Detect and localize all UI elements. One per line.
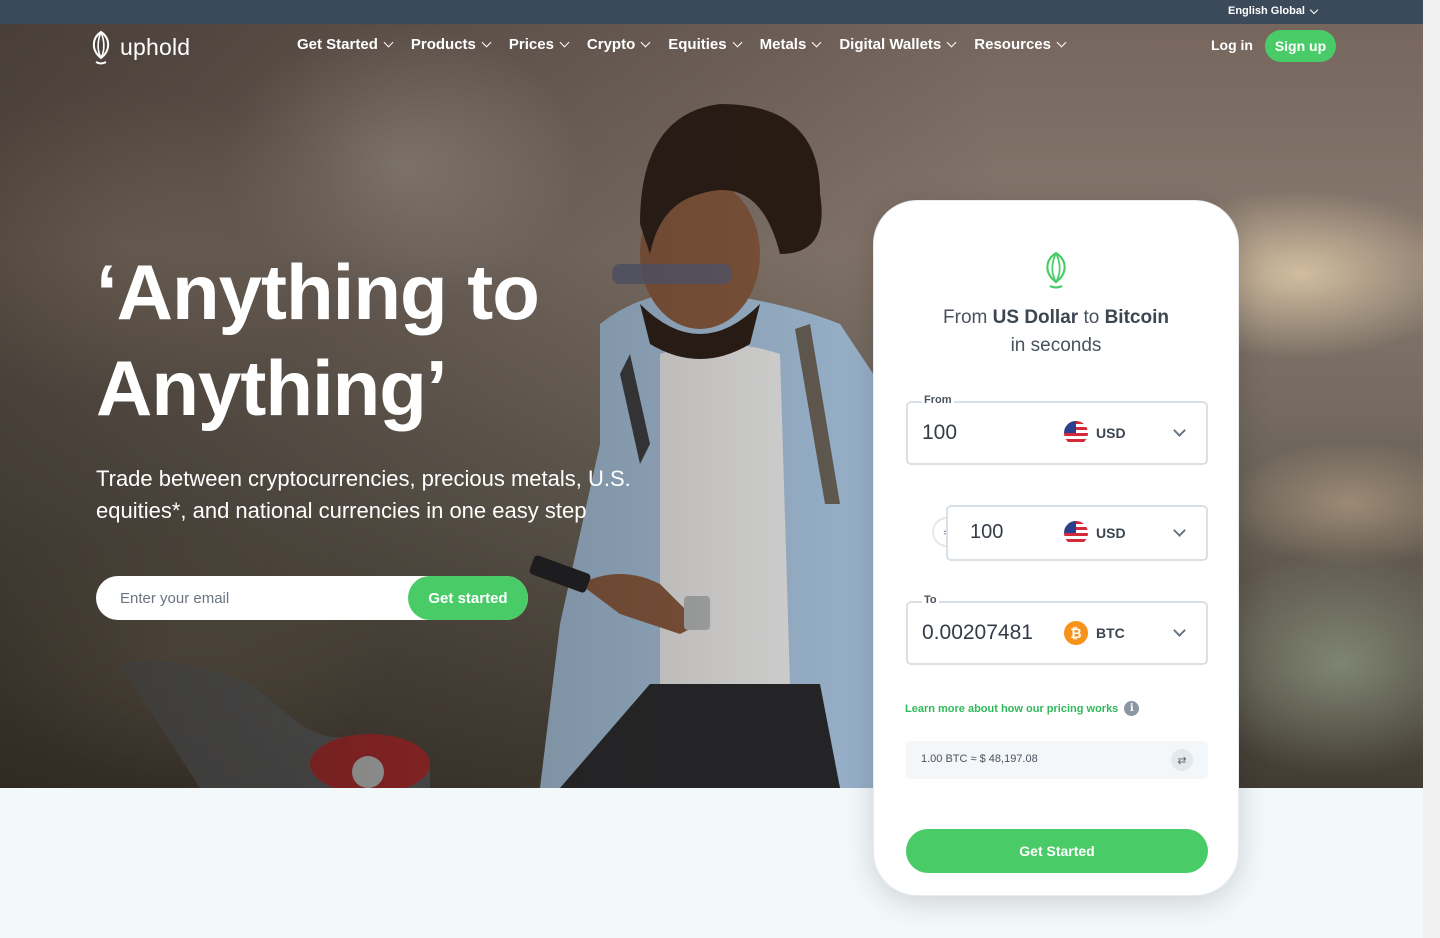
title-mid: to: [1078, 307, 1105, 328]
hero-subtitle: Trade between cryptocurrencies, precious…: [96, 466, 631, 523]
from-currency-code: USD: [1096, 425, 1126, 441]
nav-label: Equities: [668, 36, 727, 53]
nav-label: Crypto: [586, 36, 636, 53]
nav-label: Digital Wallets: [839, 36, 942, 53]
exchange-rate-box: 1.00 BTC ≈ $ 48,197.08 ⇄: [906, 741, 1208, 779]
chevron-down-icon: [811, 37, 822, 48]
from-amount[interactable]: 100: [922, 421, 957, 445]
uphold-logo-icon: [92, 30, 110, 65]
from-label: From: [922, 394, 954, 406]
main-nav: Get Started Products Prices Crypto Equit…: [297, 36, 1067, 53]
exchange-rate-text: 1.00 BTC ≈ $ 48,197.08: [921, 753, 1038, 765]
login-link[interactable]: Log in: [1211, 37, 1253, 53]
chevron-down-icon[interactable]: [1173, 424, 1186, 437]
nav-crypto[interactable]: Crypto: [586, 36, 651, 53]
to-amount[interactable]: 0.00207481: [922, 621, 1033, 645]
nav-label: Resources: [974, 36, 1051, 53]
nav-metals[interactable]: Metals: [759, 36, 822, 53]
nav-resources[interactable]: Resources: [974, 36, 1067, 53]
chevron-down-icon: [946, 37, 957, 48]
title-suffix: in seconds: [1010, 335, 1102, 356]
nav-label: Prices: [508, 36, 554, 53]
swap-arrows-icon[interactable]: ⇄: [1171, 749, 1193, 771]
from-currency-selector[interactable]: USD: [1064, 421, 1126, 445]
us-flag-icon: [1064, 421, 1088, 445]
headline-line-1: ‘Anything to: [96, 248, 540, 336]
page-scrollbar[interactable]: [1423, 0, 1440, 938]
nav-label: Metals: [759, 36, 807, 53]
signup-button[interactable]: Sign up: [1265, 30, 1336, 62]
brand-name: uphold: [120, 33, 191, 60]
hero-headline: ‘Anything to Anything’: [96, 244, 540, 436]
nav-prices[interactable]: Prices: [508, 36, 570, 53]
language-label: English Global: [1227, 5, 1305, 17]
top-bar: English Global: [0, 0, 1423, 24]
converter-title: From US Dollar to Bitcoin in seconds: [874, 304, 1238, 360]
pricing-link-text: Learn more about how our pricing works: [905, 702, 1119, 715]
nav-label: Products: [410, 36, 476, 53]
us-flag-icon: [1064, 521, 1088, 545]
from-field[interactable]: From 100 USD: [906, 394, 1208, 465]
middle-amount[interactable]: 100: [970, 521, 1003, 544]
chevron-down-icon: [383, 37, 394, 48]
chevron-down-icon: [732, 37, 743, 48]
to-field[interactable]: To 0.00207481 ₿ BTC: [906, 594, 1208, 665]
nav-equities[interactable]: Equities: [668, 36, 743, 53]
chevron-down-icon: [1056, 37, 1067, 48]
info-icon[interactable]: i: [1124, 701, 1140, 716]
middle-field[interactable]: 100 USD: [946, 505, 1208, 561]
nav-digital-wallets[interactable]: Digital Wallets: [839, 36, 957, 53]
nav-label: Get Started: [297, 36, 378, 53]
uphold-green-logo-icon: [1046, 251, 1066, 289]
to-currency-selector[interactable]: ₿ BTC: [1064, 621, 1125, 645]
email-input[interactable]: [96, 589, 396, 607]
middle-currency-selector[interactable]: USD: [1064, 521, 1126, 545]
title-to-currency: Bitcoin: [1104, 307, 1169, 328]
middle-currency-code: USD: [1096, 525, 1126, 541]
hero-get-started-button[interactable]: Get started: [408, 576, 528, 620]
title-prefix: From: [943, 307, 993, 328]
chevron-down-icon[interactable]: [1173, 524, 1186, 537]
converter-widget: From US Dollar to Bitcoin in seconds Fro…: [873, 200, 1239, 896]
converter-get-started-button[interactable]: Get Started: [906, 829, 1208, 873]
uphold-logo[interactable]: uphold: [88, 28, 190, 66]
chevron-down-icon: [481, 37, 492, 48]
bitcoin-icon: ₿: [1064, 621, 1088, 645]
chevron-down-icon: [1309, 5, 1319, 14]
title-from-currency: US Dollar: [992, 307, 1079, 328]
chevron-down-icon[interactable]: [1173, 624, 1186, 637]
pricing-info-link[interactable]: Learn more about how our pricing works i: [905, 701, 1140, 716]
nav-get-started[interactable]: Get Started: [297, 36, 394, 53]
chevron-down-icon: [559, 37, 570, 48]
nav-products[interactable]: Products: [410, 36, 492, 53]
to-label: To: [922, 594, 939, 606]
headline-line-2: Anything’: [96, 344, 448, 432]
email-signup-form: Get started: [96, 576, 528, 620]
language-selector[interactable]: English Global: [1227, 5, 1319, 17]
to-currency-code: BTC: [1096, 625, 1125, 641]
chevron-down-icon: [640, 37, 651, 48]
